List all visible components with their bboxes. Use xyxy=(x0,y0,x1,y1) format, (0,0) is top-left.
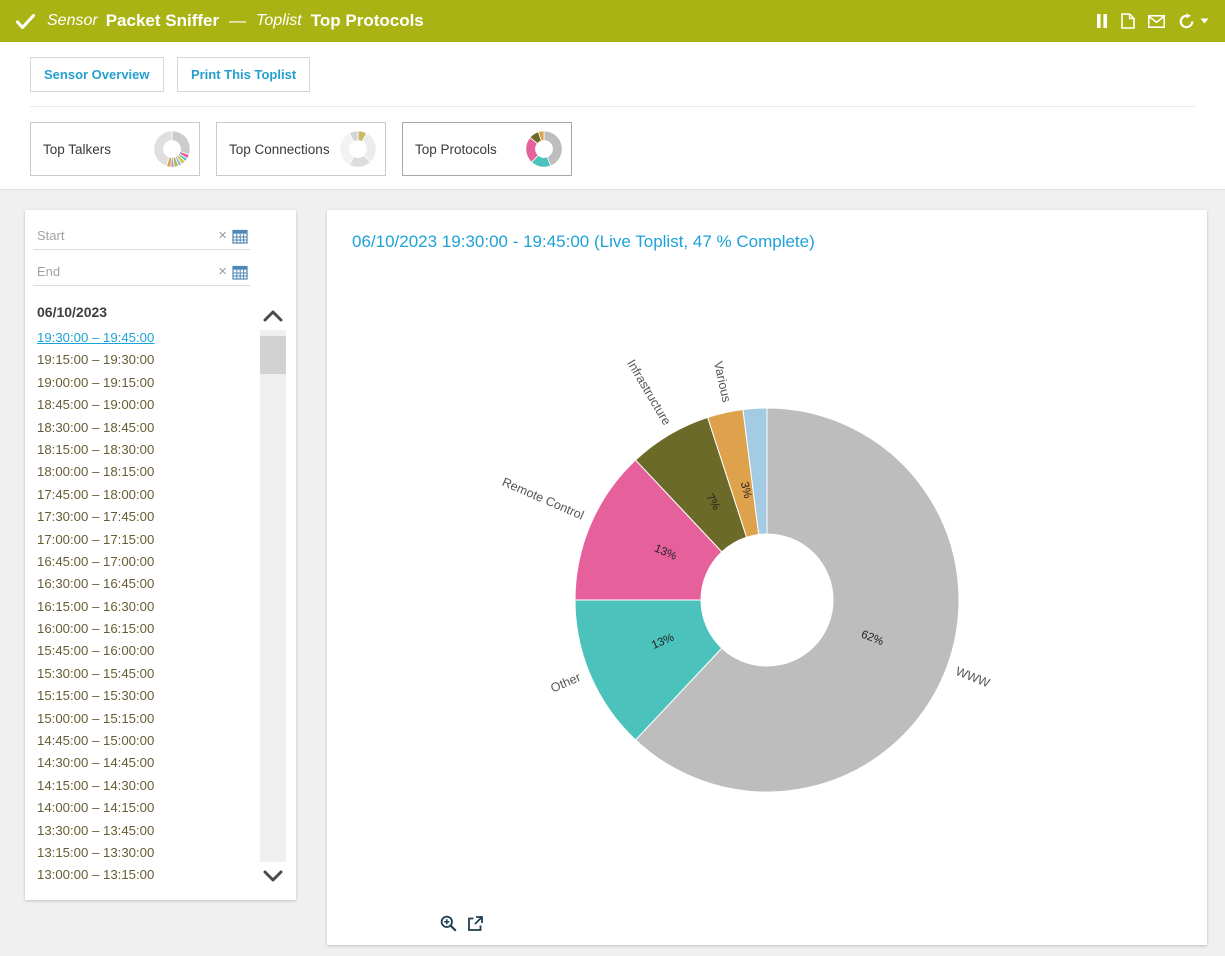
scrollbar xyxy=(259,302,286,890)
toplist-interval[interactable]: 17:30:00 – 17:45:00 xyxy=(37,506,259,528)
pause-icon[interactable] xyxy=(1096,14,1108,28)
page: Sensor Packet Sniffer — Toplist Top Prot… xyxy=(0,0,1225,956)
toplist-interval[interactable]: 13:15:00 – 13:30:00 xyxy=(37,842,259,864)
toplist-intervals: 19:30:00 – 19:45:0019:15:00 – 19:30:0019… xyxy=(37,327,259,887)
pie-category-label: Other xyxy=(549,670,583,695)
clear-end-icon[interactable]: × xyxy=(218,264,227,279)
breadcrumb-separator: — xyxy=(229,11,246,31)
toplist-interval[interactable]: 14:15:00 – 14:30:00 xyxy=(37,775,259,797)
header-actions xyxy=(1096,13,1209,30)
pie-category-label: Infrastructure xyxy=(624,357,674,428)
report-icon[interactable] xyxy=(1121,13,1135,29)
pie-category-label: WWW xyxy=(954,664,992,690)
scrollbar-thumb[interactable] xyxy=(260,336,286,374)
tab-top-talkers[interactable]: Top Talkers xyxy=(30,122,200,176)
toplist-interval[interactable]: 16:45:00 – 17:00:00 xyxy=(37,551,259,573)
toplist-interval[interactable]: 14:30:00 – 14:45:00 xyxy=(37,752,259,774)
breadcrumb-sensor-type[interactable]: Sensor xyxy=(47,12,98,30)
tab-label: Top Protocols xyxy=(415,142,497,157)
header-bar: Sensor Packet Sniffer — Toplist Top Prot… xyxy=(0,0,1225,42)
toplist-pie-svg: 62%WWW13%Other13%Remote Control7%Infrast… xyxy=(327,262,1207,922)
tab-donut-icon xyxy=(339,130,377,168)
toplist-interval[interactable]: 19:30:00 – 19:45:00 xyxy=(37,327,259,349)
tab-top-connections[interactable]: Top Connections xyxy=(216,122,386,176)
scrollbar-track[interactable] xyxy=(260,330,286,862)
toplist-interval[interactable]: 14:45:00 – 15:00:00 xyxy=(37,730,259,752)
toplist-tabs: Top Talkers Top Connections Top Protocol… xyxy=(30,107,1195,176)
toplist-interval[interactable]: 16:30:00 – 16:45:00 xyxy=(37,573,259,595)
end-date-input[interactable] xyxy=(35,260,213,283)
toplist-interval[interactable]: 17:00:00 – 17:15:00 xyxy=(37,529,259,551)
calendar-icon[interactable] xyxy=(232,228,248,244)
print-toplist-button[interactable]: Print This Toplist xyxy=(177,57,310,92)
toplist-interval[interactable]: 15:00:00 – 15:15:00 xyxy=(37,708,259,730)
scroll-down-icon[interactable] xyxy=(259,862,286,890)
sensor-overview-button[interactable]: Sensor Overview xyxy=(30,57,164,92)
pie-category-label: Remote Control xyxy=(500,475,586,523)
toplist-interval[interactable]: 15:15:00 – 15:30:00 xyxy=(37,685,259,707)
chart-footer xyxy=(440,915,483,932)
toplist-interval[interactable]: 16:15:00 – 16:30:00 xyxy=(37,596,259,618)
toplist-interval[interactable]: 13:30:00 – 13:45:00 xyxy=(37,820,259,842)
toplist-interval[interactable]: 17:45:00 – 18:00:00 xyxy=(37,484,259,506)
pie-category-label: Various xyxy=(711,360,734,404)
start-input-row: × xyxy=(33,224,250,250)
toplist-interval[interactable]: 16:00:00 – 16:15:00 xyxy=(37,618,259,640)
toplist-chart-panel: 06/10/2023 19:30:00 - 19:45:00 (Live Top… xyxy=(327,210,1207,945)
breadcrumb-sensor-name[interactable]: Packet Sniffer xyxy=(106,11,219,31)
tab-label: Top Connections xyxy=(229,142,330,157)
breadcrumb-section: Toplist xyxy=(256,12,302,30)
sub-header: Sensor Overview Print This Toplist Top T… xyxy=(0,42,1225,190)
chart-title: 06/10/2023 19:30:00 - 19:45:00 (Live Top… xyxy=(352,232,815,252)
open-external-icon[interactable] xyxy=(467,916,483,932)
caret-down-icon[interactable] xyxy=(1200,18,1209,24)
toplist-interval[interactable]: 18:00:00 – 18:15:00 xyxy=(37,461,259,483)
toplist-interval[interactable]: 15:45:00 – 16:00:00 xyxy=(37,640,259,662)
tab-top-protocols[interactable]: Top Protocols xyxy=(402,122,572,176)
toplist-interval[interactable]: 18:45:00 – 19:00:00 xyxy=(37,394,259,416)
calendar-icon[interactable] xyxy=(232,264,248,280)
breadcrumb-page-title: Top Protocols xyxy=(311,11,424,31)
toolbar: Sensor Overview Print This Toplist xyxy=(30,42,1195,107)
tab-label: Top Talkers xyxy=(43,142,111,157)
email-icon[interactable] xyxy=(1148,15,1165,28)
date-header: 06/10/2023 xyxy=(37,302,259,327)
toplist-interval[interactable]: 14:00:00 – 14:15:00 xyxy=(37,797,259,819)
scroll-up-icon[interactable] xyxy=(259,302,286,330)
pie-slice xyxy=(172,131,190,155)
interval-list-wrap: 06/10/2023 19:30:00 – 19:45:0019:15:00 –… xyxy=(33,302,286,890)
tab-donut-icon xyxy=(153,130,191,168)
clear-start-icon[interactable]: × xyxy=(218,228,227,243)
zoom-in-icon[interactable] xyxy=(440,915,457,932)
refresh-icon[interactable] xyxy=(1178,13,1195,30)
start-date-input[interactable] xyxy=(35,224,213,247)
toplist-interval[interactable]: 18:15:00 – 18:30:00 xyxy=(37,439,259,461)
toplist-interval[interactable]: 18:30:00 – 18:45:00 xyxy=(37,417,259,439)
toplist-interval[interactable]: 19:15:00 – 19:30:00 xyxy=(37,349,259,371)
interval-list: 06/10/2023 19:30:00 – 19:45:0019:15:00 –… xyxy=(33,302,259,890)
toplist-interval[interactable]: 15:30:00 – 15:45:00 xyxy=(37,663,259,685)
tab-donut-icon xyxy=(525,130,563,168)
check-icon xyxy=(16,14,35,29)
end-input-row: × xyxy=(33,260,250,286)
toplist-interval[interactable]: 13:00:00 – 13:15:00 xyxy=(37,864,259,886)
toplist-interval[interactable]: 19:00:00 – 19:15:00 xyxy=(37,372,259,394)
interval-picker-panel: × × 06/10/2023 19:30:00 – 19:45:0019:15:… xyxy=(25,210,296,900)
